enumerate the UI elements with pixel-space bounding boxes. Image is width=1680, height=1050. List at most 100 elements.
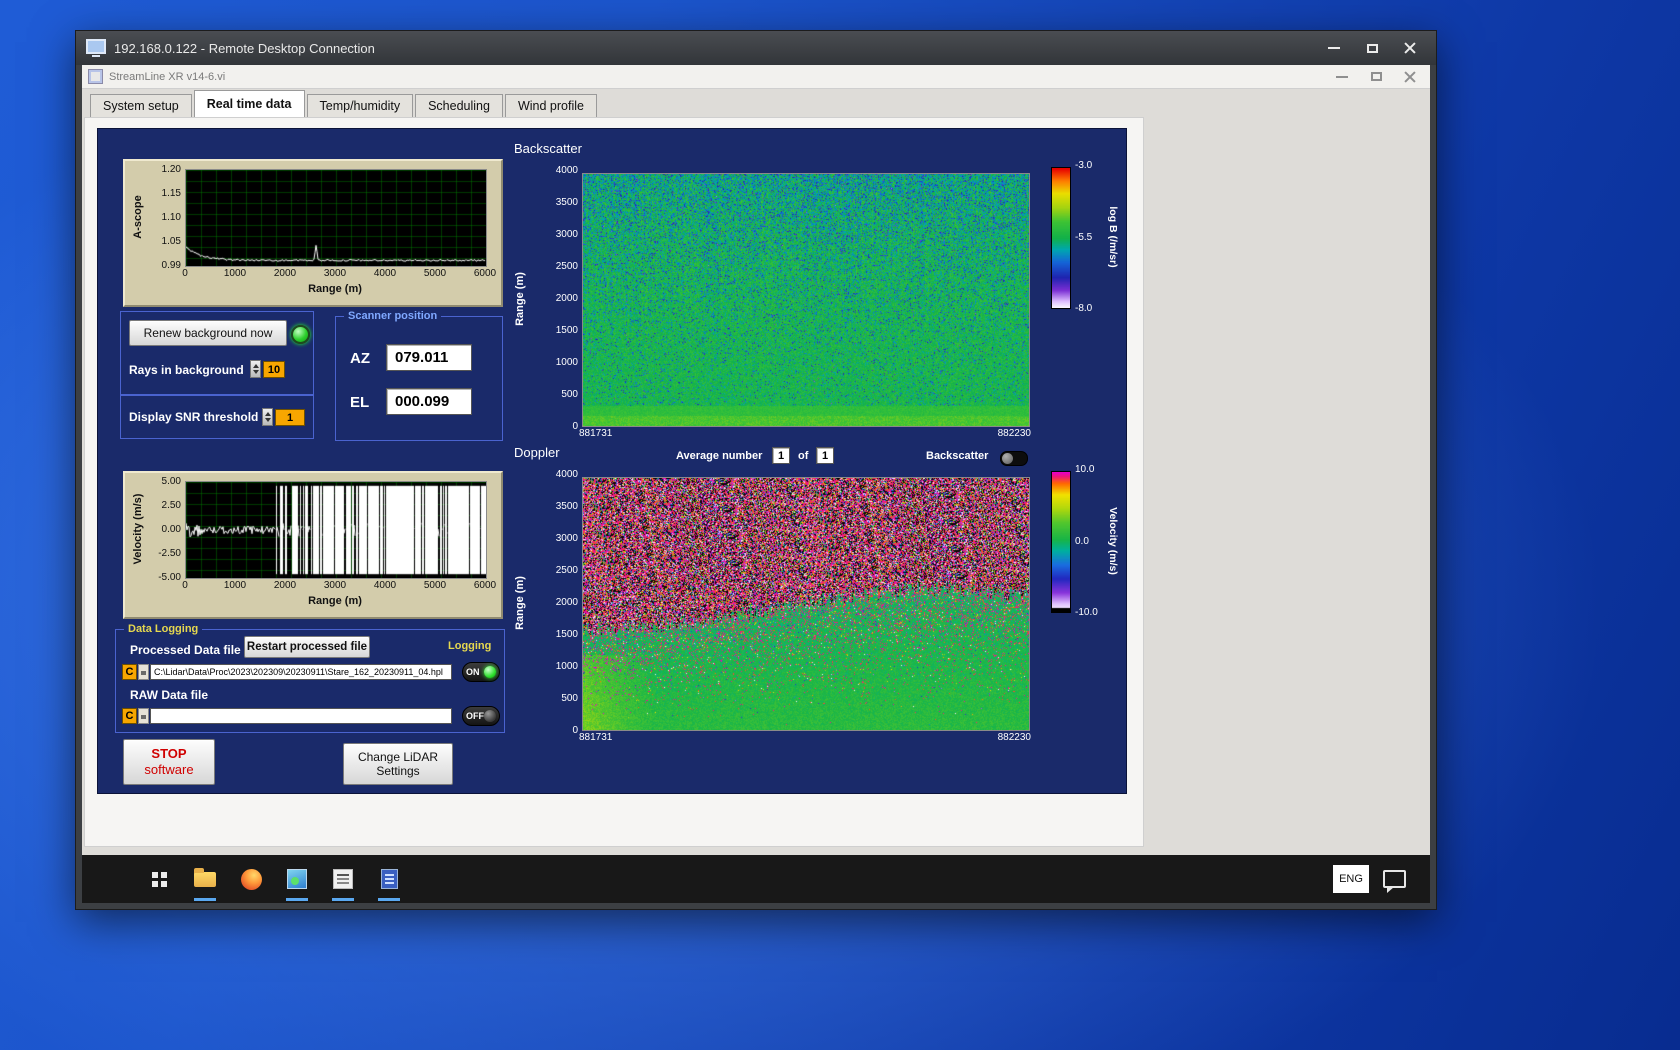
- tick-label: 4000: [373, 580, 397, 591]
- ascope-plot: [185, 169, 487, 267]
- average-number-field[interactable]: 1: [772, 447, 790, 464]
- rdp-maximize-button[interactable]: [1356, 36, 1388, 60]
- snr-threshold-field[interactable]: 1: [275, 409, 305, 426]
- feedback-bubble-icon[interactable]: [1383, 870, 1406, 893]
- average-of-field[interactable]: 1: [816, 447, 834, 464]
- backscatter-doppler-switch[interactable]: [1000, 451, 1028, 466]
- firefox-icon: [240, 868, 262, 890]
- processed-path-field[interactable]: C:\Lidar\Data\Proc\2023\202309\20230911\…: [150, 664, 452, 680]
- velocity-y-ticks: 5.00 2.50 0.00 -2.50 -5.00: [145, 477, 181, 583]
- taskbar-item-photos[interactable]: [274, 855, 320, 903]
- ascope-y-ticks: 1.20 1.15 1.10 1.05 0.99: [145, 165, 181, 271]
- tick-label: 881731: [579, 732, 613, 743]
- rays-spinner[interactable]: [250, 360, 261, 378]
- raw-path-browse-icon[interactable]: [138, 708, 149, 724]
- desktop: 192.168.0.122 - Remote Desktop Connectio…: [0, 0, 1680, 1050]
- tick-label: 1.10: [161, 212, 181, 223]
- increment-icon: [252, 363, 259, 368]
- average-number-label: Average number: [676, 450, 763, 462]
- background-controls-box: Renew background now Rays in background …: [120, 311, 314, 395]
- el-label: EL: [350, 394, 370, 411]
- raw-path-field[interactable]: [150, 708, 452, 724]
- app-window: StreamLine XR v14-6.vi System setup Real…: [82, 65, 1430, 855]
- doppler-heatmap: [582, 477, 1030, 731]
- processed-data-file-label: Processed Data file: [130, 643, 241, 657]
- velocity-plot: [185, 481, 487, 579]
- doppler-colorbar-label: Velocity (m/s): [1107, 507, 1119, 575]
- of-label: of: [798, 450, 809, 462]
- minimize-icon: [1336, 75, 1348, 78]
- close-icon: [1403, 70, 1417, 84]
- raw-logging-toggle[interactable]: OFF: [462, 706, 500, 726]
- doppler-y-axis-label: Range (m): [514, 576, 526, 630]
- tick-label: 1000: [223, 268, 247, 279]
- tick-label: -3.0: [1075, 160, 1093, 171]
- rays-in-background-field[interactable]: 10: [263, 361, 285, 378]
- taskbar-item-document-viewer[interactable]: [366, 855, 412, 903]
- tick-label: 0: [182, 580, 188, 591]
- az-label: AZ: [350, 350, 370, 367]
- app-close-button[interactable]: [1396, 68, 1424, 86]
- scanner-position-box: Scanner position AZ 079.011 EL 000.099: [335, 309, 503, 441]
- app-restore-button[interactable]: [1362, 68, 1390, 86]
- backscatter-x-ticks: 881731 882230: [579, 429, 1031, 439]
- velocity-chart: Velocity (m/s) 5.00 2.50 0.00 -2.50 -5.00 01…: [123, 471, 503, 619]
- doppler-colorbar: [1051, 471, 1071, 613]
- el-value: 000.099: [386, 388, 472, 415]
- backscatter-colorbar: [1051, 167, 1071, 309]
- stop-software-button[interactable]: STOP software: [123, 739, 215, 785]
- tick-label: 2000: [273, 268, 297, 279]
- tick-label: 2000: [273, 580, 297, 591]
- tab-scheduling[interactable]: Scheduling: [415, 94, 503, 117]
- tick-label: 1.05: [161, 236, 181, 247]
- change-lidar-settings-button[interactable]: Change LiDAR Settings: [343, 743, 453, 785]
- snr-spinner[interactable]: [262, 408, 273, 426]
- restart-processed-file-button[interactable]: Restart processed file: [244, 636, 370, 658]
- tab-wind-profile[interactable]: Wind profile: [504, 94, 597, 117]
- app-icon: [88, 69, 103, 84]
- tab-real-time-data[interactable]: Real time data: [193, 90, 305, 117]
- taskbar-item-firefox[interactable]: [228, 855, 274, 903]
- tick-label: 0: [572, 725, 578, 736]
- tick-label: 500: [561, 389, 578, 400]
- renew-background-button[interactable]: Renew background now: [129, 320, 287, 346]
- processed-logging-toggle[interactable]: ON: [462, 662, 500, 682]
- maximize-icon: [1366, 43, 1378, 53]
- rdp-titlebar[interactable]: 192.168.0.122 - Remote Desktop Connectio…: [76, 31, 1436, 65]
- change-button-line2: Settings: [376, 764, 420, 778]
- tick-label: 3500: [555, 197, 578, 208]
- data-logging-box: Data Logging Processed Data file Restart…: [115, 622, 505, 733]
- decrement-icon: [252, 370, 259, 375]
- taskbar-item-file-explorer[interactable]: [182, 855, 228, 903]
- tick-label: 3000: [323, 268, 347, 279]
- app-titlebar[interactable]: StreamLine XR v14-6.vi: [82, 65, 1430, 89]
- rdp-close-button[interactable]: [1394, 36, 1426, 60]
- rdp-minimize-button[interactable]: [1318, 36, 1350, 60]
- raw-drive-box[interactable]: C: [122, 708, 137, 724]
- tab-bar: System setup Real time data Temp/humidit…: [82, 89, 1430, 117]
- app-minimize-button[interactable]: [1328, 68, 1356, 86]
- tick-label: 0: [572, 421, 578, 432]
- start-button[interactable]: [136, 855, 182, 903]
- taskbar-item-scan-scheduler[interactable]: [320, 855, 366, 903]
- tick-label: 2500: [555, 261, 578, 272]
- tab-system-setup[interactable]: System setup: [90, 94, 192, 117]
- tab-temp-humidity[interactable]: Temp/humidity: [306, 94, 414, 117]
- backscatter-colorbar-label: log B (/m/sr): [1107, 206, 1119, 268]
- tick-label: 1.20: [161, 164, 181, 175]
- tick-label: 1000: [223, 580, 247, 591]
- doppler-x-ticks: 881731 882230: [579, 733, 1031, 743]
- backscatter-y-ticks: 4000 3500 3000 2500 2000 1500 1000 500 0: [536, 166, 578, 432]
- processed-drive-box[interactable]: C: [122, 664, 137, 680]
- tick-label: -2.50: [158, 548, 181, 559]
- language-indicator[interactable]: ENG: [1333, 865, 1369, 893]
- tick-label: 5000: [423, 268, 447, 279]
- backscatter-toggle-label: Backscatter: [926, 450, 989, 462]
- backscatter-heatmap: [582, 173, 1030, 427]
- minimize-icon: [1328, 47, 1340, 49]
- processed-path-browse-icon[interactable]: [138, 664, 149, 680]
- tick-label: 3000: [323, 580, 347, 591]
- toggle-on-label: ON: [466, 667, 480, 677]
- windows-logo-icon: [151, 871, 158, 878]
- ascope-x-axis-label: Range (m): [308, 283, 362, 295]
